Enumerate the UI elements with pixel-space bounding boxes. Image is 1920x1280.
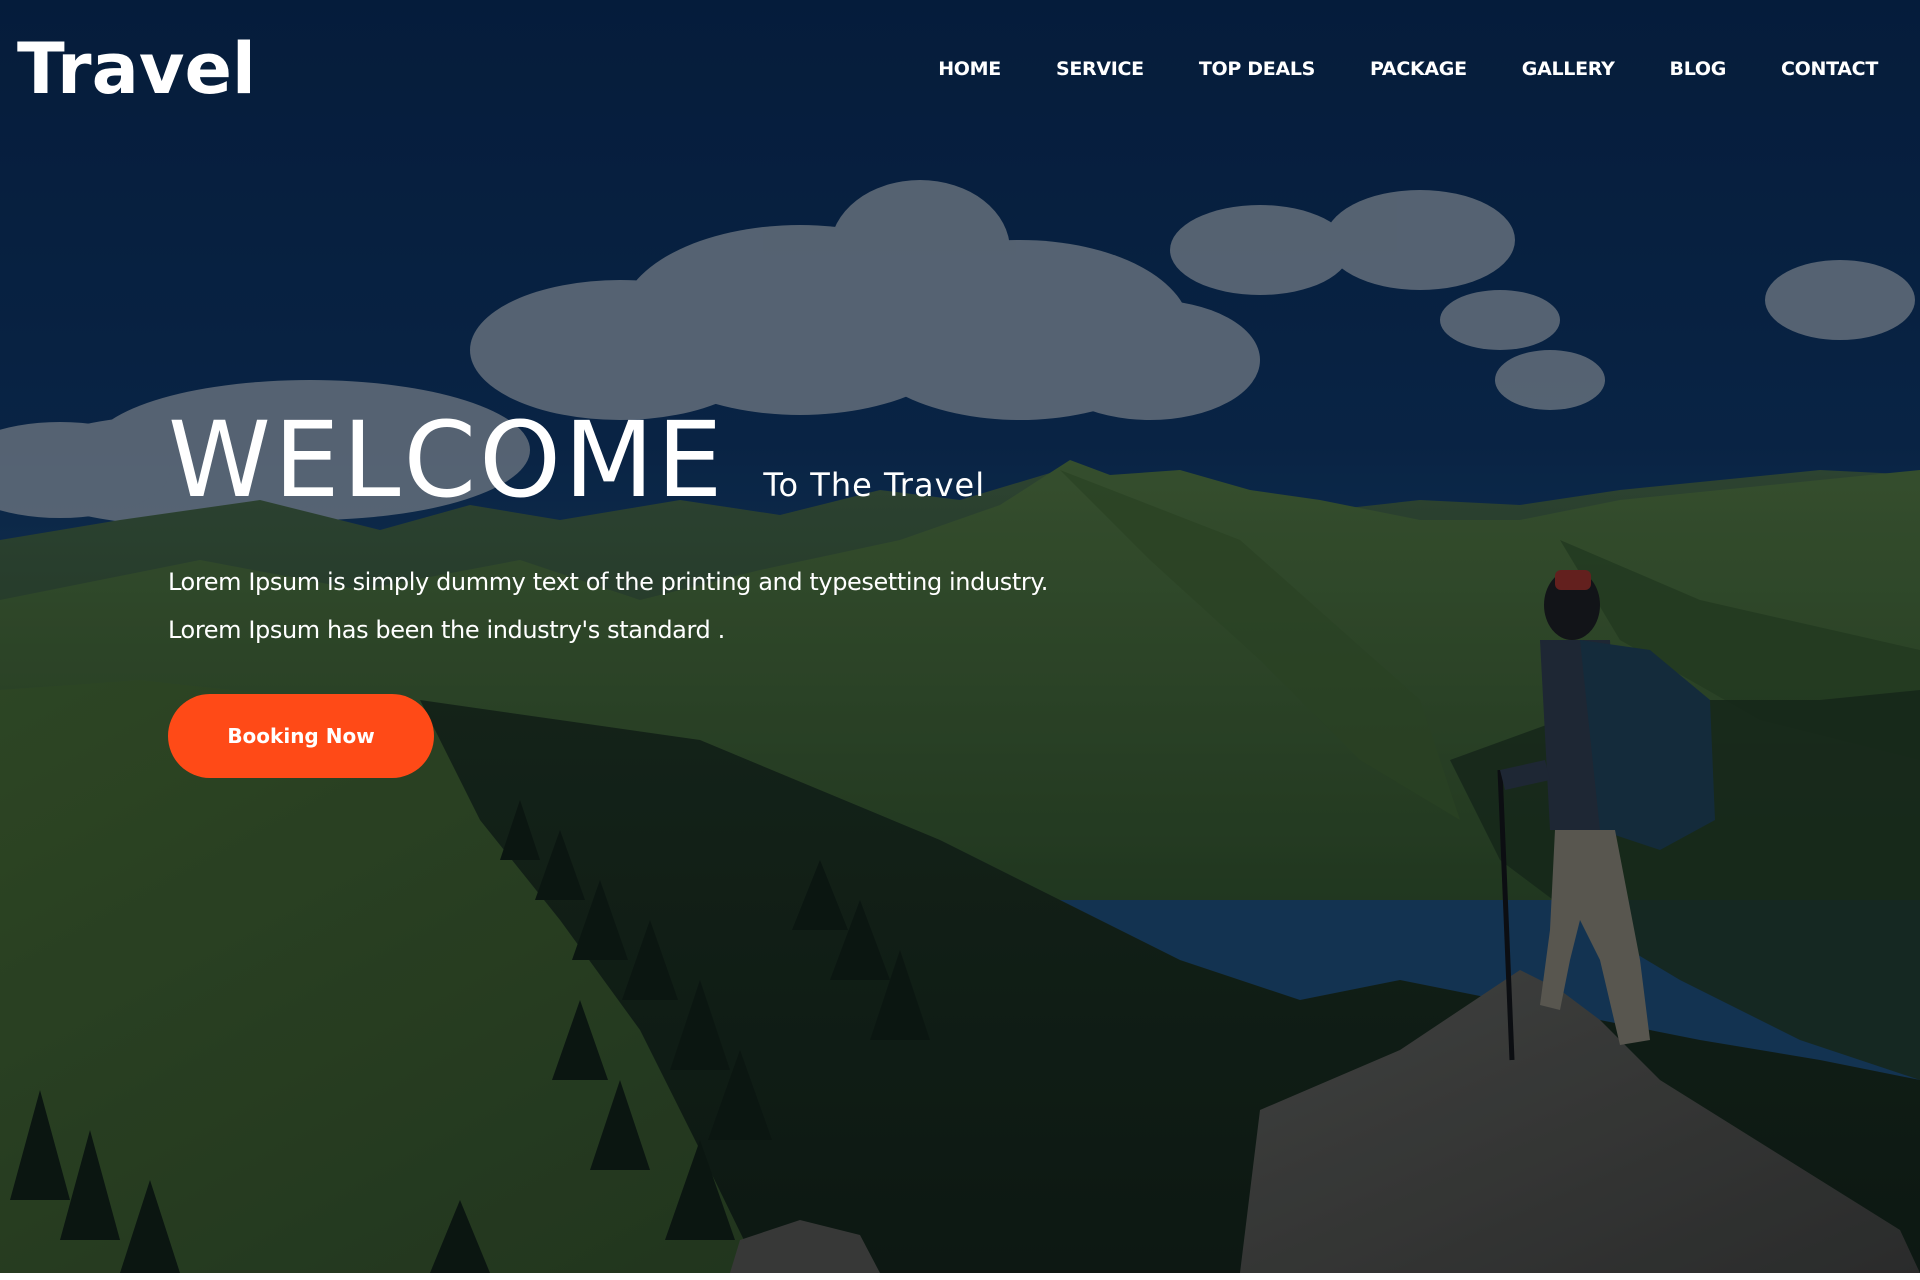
site-logo[interactable]: Travel	[17, 28, 256, 110]
nav-item-package[interactable]: PACKAGE	[1370, 58, 1467, 80]
main-navigation: HOME SERVICE TOP DEALS PACKAGE GALLERY B…	[938, 58, 1878, 80]
nav-item-blog[interactable]: BLOG	[1670, 58, 1727, 80]
nav-item-top-deals[interactable]: TOP DEALS	[1199, 58, 1316, 80]
nav-item-gallery[interactable]: GALLERY	[1522, 58, 1615, 80]
nav-item-contact[interactable]: CONTACT	[1781, 58, 1878, 80]
hero-section: WELCOME To The Travel Lorem Ipsum is sim…	[168, 399, 1048, 778]
hero-description-line-1: Lorem Ipsum is simply dummy text of the …	[168, 568, 1048, 596]
nav-item-home[interactable]: HOME	[938, 58, 1001, 80]
booking-now-button[interactable]: Booking Now	[168, 694, 434, 778]
hero-subtitle: To The Travel	[763, 466, 986, 504]
hero-description-line-2: Lorem Ipsum has been the industry's stan…	[168, 616, 725, 644]
hero-heading: WELCOME To The Travel	[168, 399, 1048, 521]
hero-title: WELCOME	[168, 399, 726, 521]
hero-description: Lorem Ipsum is simply dummy text of the …	[168, 558, 1048, 654]
travel-landing-page: Travel HOME SERVICE TOP DEALS PACKAGE GA…	[0, 0, 1920, 1273]
nav-item-service[interactable]: SERVICE	[1056, 58, 1144, 80]
